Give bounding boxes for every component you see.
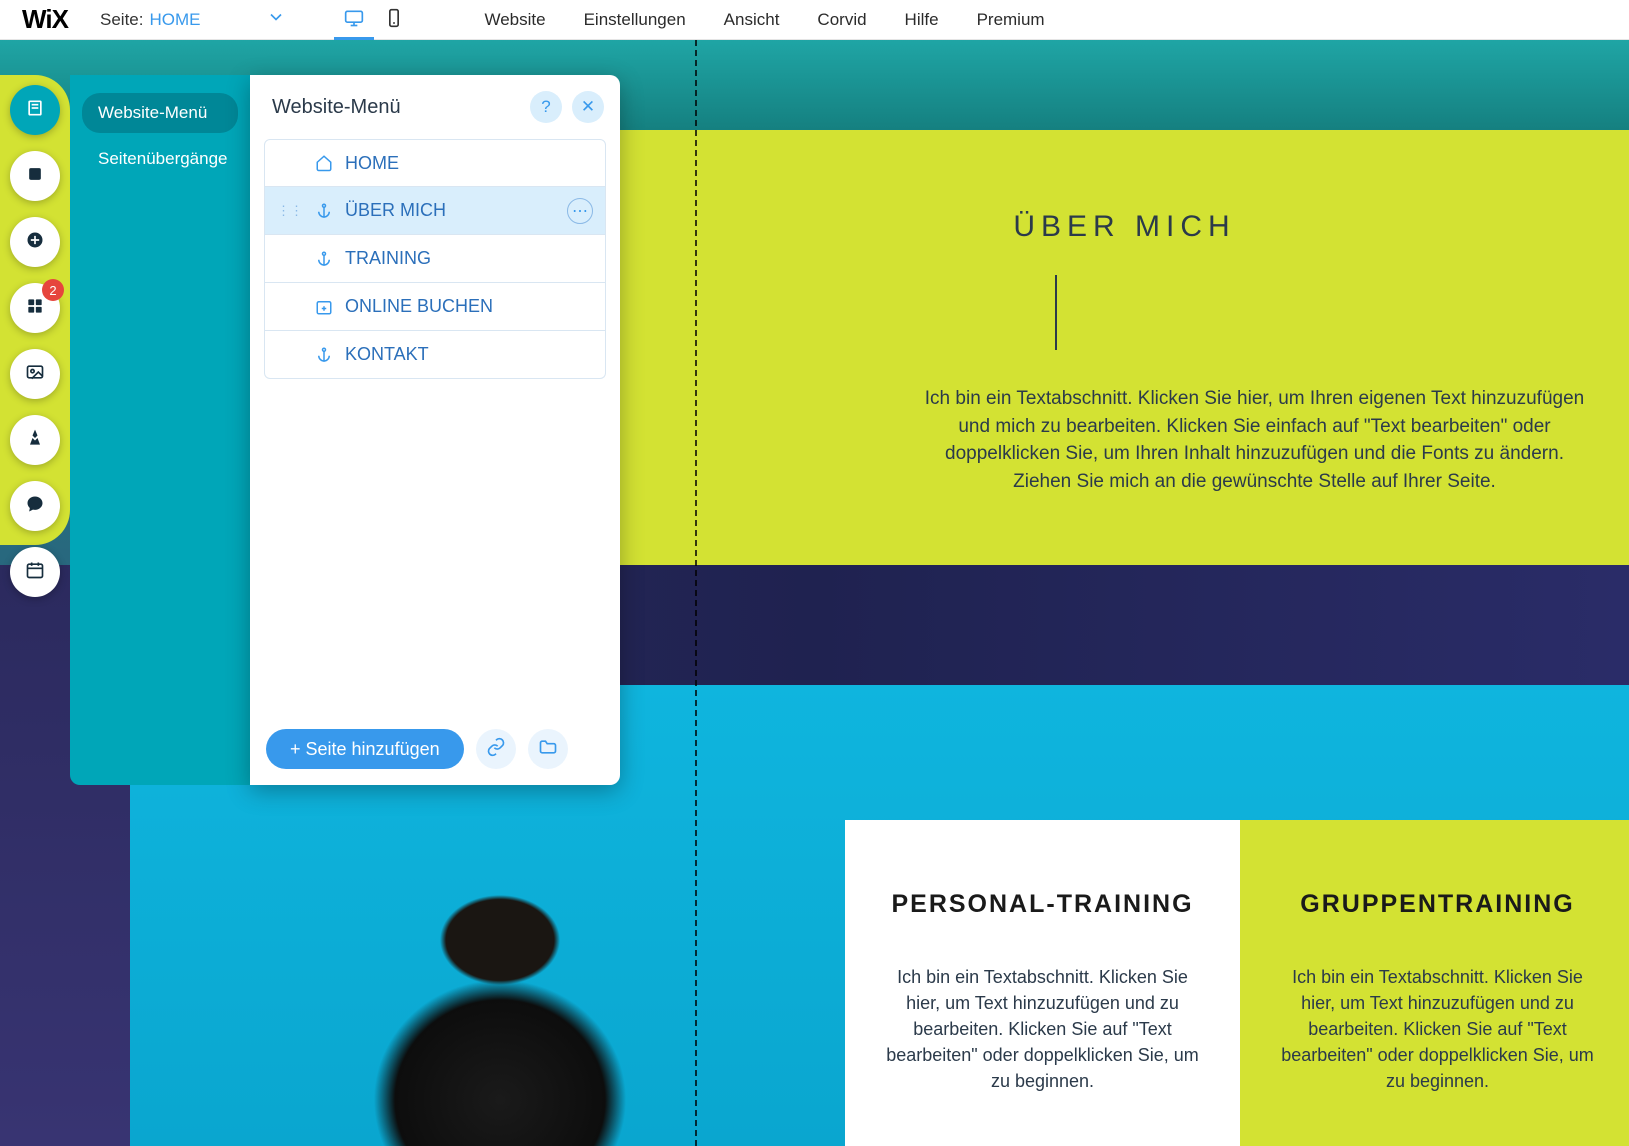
page-item-label: TRAINING	[345, 248, 431, 269]
mobile-view-button[interactable]	[374, 0, 414, 40]
wix-logo[interactable]: WiX	[0, 4, 90, 35]
page-item-home[interactable]: ⋮⋮ HOME	[264, 139, 606, 187]
ascend-tool-button[interactable]	[10, 481, 60, 531]
link-settings-button[interactable]	[476, 729, 516, 769]
pen-icon	[25, 428, 45, 453]
tool-rail: 2	[0, 75, 70, 613]
bookings-tool-button[interactable]	[10, 547, 60, 597]
page-item-uber-mich[interactable]: ⋮⋮ ÜBER MICH ⋯	[264, 187, 606, 235]
page-item-label: ÜBER MICH	[345, 200, 446, 221]
close-icon: ✕	[581, 97, 595, 117]
top-menu-corvid[interactable]: Corvid	[817, 10, 866, 30]
anchor-icon	[315, 345, 333, 365]
media-tool-button[interactable]	[10, 349, 60, 399]
title-separator	[1055, 275, 1057, 350]
pages-panel-tabs: Website-Menü Seitenübergänge	[70, 75, 250, 785]
ellipsis-icon: ⋯	[572, 201, 588, 221]
section-body-uber-mich[interactable]: Ich bin ein Textabschnitt. Klicken Sie h…	[920, 385, 1589, 495]
folder-button[interactable]	[528, 729, 568, 769]
drag-handle-icon[interactable]: ⋮⋮	[277, 203, 303, 219]
tab-page-transitions[interactable]: Seitenübergänge	[82, 139, 238, 179]
card-personal-training[interactable]: PERSONAL-TRAINING Ich bin ein Textabschn…	[845, 820, 1240, 1146]
card-title: GRUPPENTRAINING	[1280, 890, 1595, 919]
page-selector-current: HOME	[149, 10, 200, 30]
card-gruppentraining[interactable]: GRUPPENTRAINING Ich bin ein Textabschnit…	[1240, 820, 1629, 1146]
page-item-label: ONLINE BUCHEN	[345, 296, 493, 317]
desktop-view-button[interactable]	[334, 0, 374, 40]
close-panel-button[interactable]: ✕	[572, 91, 604, 123]
top-menu-premium[interactable]: Premium	[977, 10, 1045, 30]
card-body: Ich bin ein Textabschnitt. Klicken Sie h…	[885, 964, 1200, 1094]
chevron-down-icon[interactable]	[266, 7, 286, 32]
folder-icon	[538, 737, 558, 762]
notification-badge: 2	[42, 279, 64, 301]
blog-tool-button[interactable]	[10, 415, 60, 465]
card-body: Ich bin ein Textabschnitt. Klicken Sie h…	[1280, 964, 1595, 1094]
page-item-online-buchen[interactable]: ⋮⋮ ONLINE BUCHEN	[264, 283, 606, 331]
top-menu-website[interactable]: Website	[484, 10, 545, 30]
top-menu-ansicht[interactable]: Ansicht	[724, 10, 780, 30]
panel-footer: + Seite hinzufügen	[250, 713, 620, 785]
panel-title: Website-Menü	[272, 96, 401, 119]
device-toggle-group	[334, 0, 414, 40]
home-icon	[315, 153, 333, 173]
top-menu: Website Einstellungen Ansicht Corvid Hil…	[484, 10, 1044, 30]
page-item-training[interactable]: ⋮⋮ TRAINING	[264, 235, 606, 283]
page-item-label: HOME	[345, 153, 399, 174]
pages-tool-button[interactable]	[10, 85, 60, 135]
page-selector-label: Seite:	[100, 10, 143, 30]
section-title-uber-mich[interactable]: ÜBER MICH	[620, 210, 1629, 244]
card-title: PERSONAL-TRAINING	[885, 890, 1200, 919]
apps-tool-button[interactable]: 2	[10, 283, 60, 333]
top-menu-einstellungen[interactable]: Einstellungen	[584, 10, 686, 30]
add-page-button[interactable]: + Seite hinzufügen	[266, 729, 464, 769]
calendar-plus-icon	[315, 297, 333, 317]
pages-icon	[25, 98, 45, 123]
background-tool-button[interactable]	[10, 151, 60, 201]
add-tool-button[interactable]	[10, 217, 60, 267]
tab-website-menu[interactable]: Website-Menü	[82, 93, 238, 133]
image-icon	[25, 362, 45, 387]
page-item-more-button[interactable]: ⋯	[567, 198, 593, 224]
panel-header: Website-Menü ? ✕	[250, 75, 620, 139]
page-list: ⋮⋮ HOME ⋮⋮ ÜBER MICH ⋯ ⋮⋮ TRAINING ⋮⋮ ON…	[250, 139, 620, 713]
anchor-icon	[315, 201, 333, 221]
page-selector[interactable]: Seite: HOME	[90, 7, 304, 32]
anchor-icon	[315, 249, 333, 269]
plus-circle-icon	[25, 230, 45, 255]
help-button[interactable]: ?	[530, 91, 562, 123]
page-item-label: KONTAKT	[345, 344, 429, 365]
apps-icon	[25, 296, 45, 321]
top-bar: WiX Seite: HOME Website Einstellungen An…	[0, 0, 1629, 40]
calendar-icon	[25, 560, 45, 585]
square-icon	[25, 164, 45, 189]
help-icon: ?	[541, 97, 550, 117]
page-item-kontakt[interactable]: ⋮⋮ KONTAKT	[264, 331, 606, 379]
chat-icon	[25, 494, 45, 519]
top-menu-hilfe[interactable]: Hilfe	[905, 10, 939, 30]
pages-panel: Website-Menü ? ✕ ⋮⋮ HOME ⋮⋮ ÜBER MICH ⋯ …	[250, 75, 620, 785]
link-icon	[486, 737, 506, 762]
bg-lime-block	[620, 130, 1629, 565]
vertical-guide-line	[695, 40, 697, 1146]
